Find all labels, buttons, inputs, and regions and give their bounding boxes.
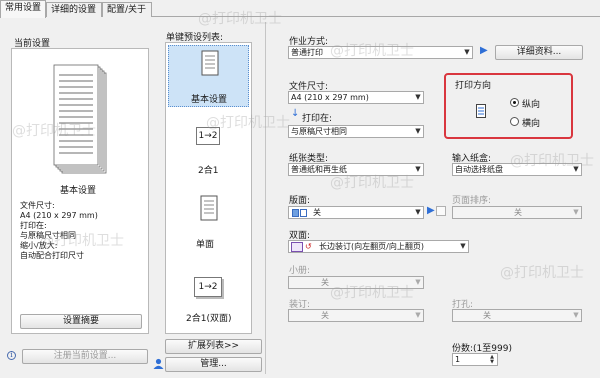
chevron-down-icon: ▼: [415, 311, 421, 319]
portrait-page-icon: [476, 104, 486, 118]
duplex-value: 长边装订(向左翻页/向上翻页): [319, 242, 424, 251]
tab-config-about[interactable]: 配置/关于: [102, 2, 152, 17]
divider: [265, 22, 266, 374]
expand-list-button[interactable]: 扩展列表>>: [165, 339, 262, 354]
print-on-label: 打印在:: [302, 114, 333, 124]
duplex-select[interactable]: ↺ 长边装订(向左翻页/向上翻页) ▼: [288, 240, 469, 253]
binding-value: 关: [321, 311, 329, 320]
orientation-heading: 打印方向: [455, 81, 492, 91]
binding-select[interactable]: 关 ▼: [288, 309, 424, 322]
punch-select[interactable]: 关 ▼: [452, 309, 582, 322]
duplex-icon: [291, 242, 303, 252]
summary-line: 打印在:: [20, 221, 47, 230]
chevron-down-icon: ▼: [573, 165, 579, 173]
preview-title: 基本设置: [60, 186, 97, 196]
job-value: 普通打印: [291, 48, 323, 57]
booklet-select[interactable]: 关 ▼: [288, 276, 424, 289]
two-in-one-icon: 1→2: [196, 127, 220, 145]
tab-detailed-settings[interactable]: 详细的设置: [46, 2, 102, 17]
settings-summary-button[interactable]: 设置摘要: [20, 314, 142, 329]
punch-value: 关: [483, 311, 491, 320]
page-order-value: 关: [514, 208, 522, 217]
chevron-down-icon: ▼: [415, 208, 421, 216]
watermark: @打印机卫士: [500, 265, 584, 281]
summary-line: 与原稿尺寸相同: [20, 231, 76, 240]
down-arrow-icon: ↓: [291, 108, 300, 119]
user-icon: [153, 358, 164, 369]
print-on-select[interactable]: 与原稿尺寸相同 ▼: [288, 125, 424, 138]
tab-common-settings[interactable]: 常用设置: [0, 0, 46, 18]
summary-line: A4 (210 x 297 mm): [20, 211, 98, 220]
manage-button[interactable]: 管理...: [165, 357, 262, 372]
copies-value: 1: [455, 355, 461, 364]
play-arrow-icon: ▶: [480, 45, 488, 56]
copies-stepper[interactable]: 1 ▲ ▼: [452, 353, 498, 366]
preset-item-label: 基本设置: [191, 95, 228, 105]
play-arrow-icon: ▶: [427, 205, 435, 216]
booklet-value: 关: [321, 278, 329, 287]
preset-item-basic[interactable]: 基本设置: [168, 45, 249, 107]
document-preview-icon: [53, 64, 107, 174]
page-layout-icon: [292, 209, 299, 217]
preset-list: 基本设置 1→2 2合1 单面 1→2 2合1(双面): [165, 42, 252, 334]
summary-line: 缩小/放大:: [20, 241, 58, 250]
page-layout-label: 版面:: [289, 196, 311, 206]
job-select[interactable]: 普通打印 ▼: [288, 46, 473, 59]
print-on-value: 与原稿尺寸相同: [291, 127, 347, 136]
tab-bar: 常用设置 详细的设置 配置/关于: [0, 0, 600, 18]
info-icon: i: [7, 351, 16, 360]
single-page-icon: [201, 50, 219, 76]
paper-size-select[interactable]: A4 (210 x 297 mm) ▼: [288, 91, 424, 104]
page-layout-icon: [300, 209, 307, 217]
preset-item-single[interactable]: 单面: [168, 189, 249, 250]
preset-item-label: 单面: [196, 240, 215, 250]
paper-size-value: A4 (210 x 297 mm): [291, 93, 369, 102]
chevron-down-icon: ▼: [415, 278, 421, 286]
page-order-icon: [436, 206, 446, 216]
current-settings-panel: 基本设置 文件尺寸: A4 (210 x 297 mm) 打印在: 与原稿尺寸相…: [11, 48, 149, 334]
media-type-value: 普通纸和再生纸: [291, 165, 347, 174]
paper-source-value: 自动选择纸盘: [455, 165, 503, 174]
chevron-down-icon: ▼: [573, 208, 579, 216]
chevron-down-icon: ▼: [415, 165, 421, 173]
flip-arrow-icon: ↺: [305, 242, 312, 251]
preset-item-2in1[interactable]: 1→2 2合1: [168, 123, 249, 176]
page-layout-select[interactable]: 关 ▼: [288, 206, 424, 219]
chevron-down-icon: ▼: [415, 127, 421, 135]
page-order-label: 页面排序:: [452, 196, 492, 206]
page-layout-value: 关: [313, 208, 321, 217]
details-button[interactable]: 详细资料...: [495, 45, 583, 60]
preset-item-2in1-duplex[interactable]: 1→2 2合1(双面): [168, 273, 249, 331]
paper-source-select[interactable]: 自动选择纸盘 ▼: [452, 163, 582, 176]
portrait-radio[interactable]: [510, 98, 519, 107]
chevron-down-icon: ▼: [573, 311, 579, 319]
chevron-down-icon: ▼: [464, 48, 470, 56]
summary-line: 自动配合打印尺寸: [20, 251, 84, 260]
preset-item-label: 2合1: [198, 166, 219, 176]
preset-item-label: 2合1(双面): [186, 314, 232, 324]
stepper-arrows-icon[interactable]: ▲ ▼: [487, 354, 497, 365]
two-in-one-duplex-icon: 1→2: [194, 277, 222, 297]
chevron-down-icon: ▼: [460, 242, 466, 250]
landscape-label: 横向: [522, 119, 541, 129]
landscape-radio[interactable]: [510, 117, 519, 126]
register-current-settings-button[interactable]: 注册当前设置...: [22, 349, 148, 364]
page-order-select[interactable]: 关 ▼: [452, 206, 582, 219]
media-type-select[interactable]: 普通纸和再生纸 ▼: [288, 163, 424, 176]
chevron-down-icon: ▼: [415, 93, 421, 101]
single-sided-icon: [200, 195, 218, 221]
booklet-label: 小册:: [289, 266, 311, 276]
summary-line: 文件尺寸:: [20, 201, 55, 210]
portrait-label: 纵向: [522, 100, 541, 110]
